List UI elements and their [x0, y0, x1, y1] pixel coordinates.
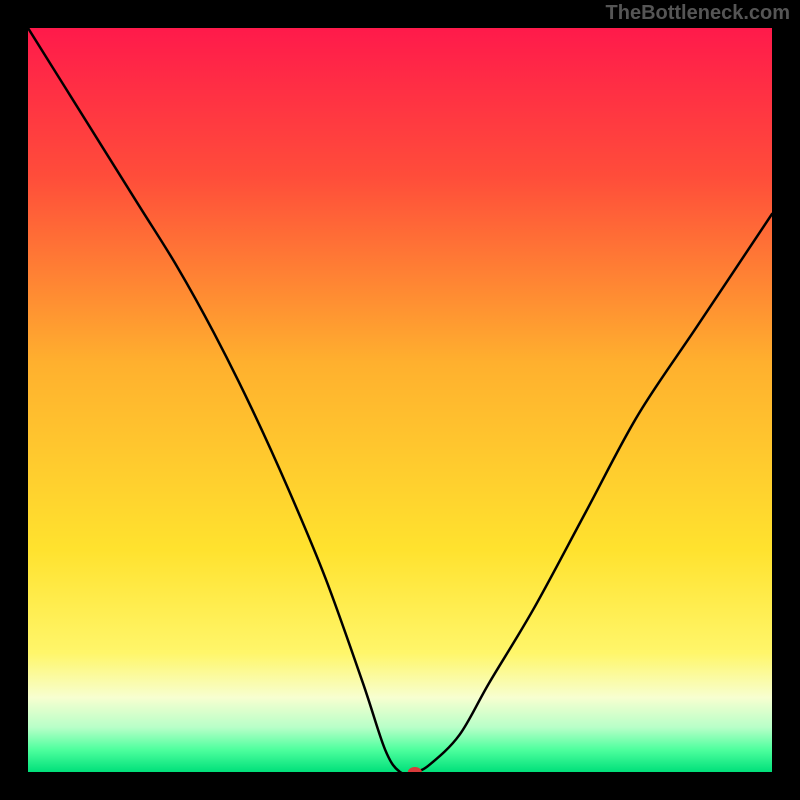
bottleneck-chart	[28, 28, 772, 772]
plot-area	[28, 28, 772, 772]
chart-frame: TheBottleneck.com	[0, 0, 800, 800]
gradient-background	[28, 28, 772, 772]
watermark-text: TheBottleneck.com	[606, 2, 790, 25]
